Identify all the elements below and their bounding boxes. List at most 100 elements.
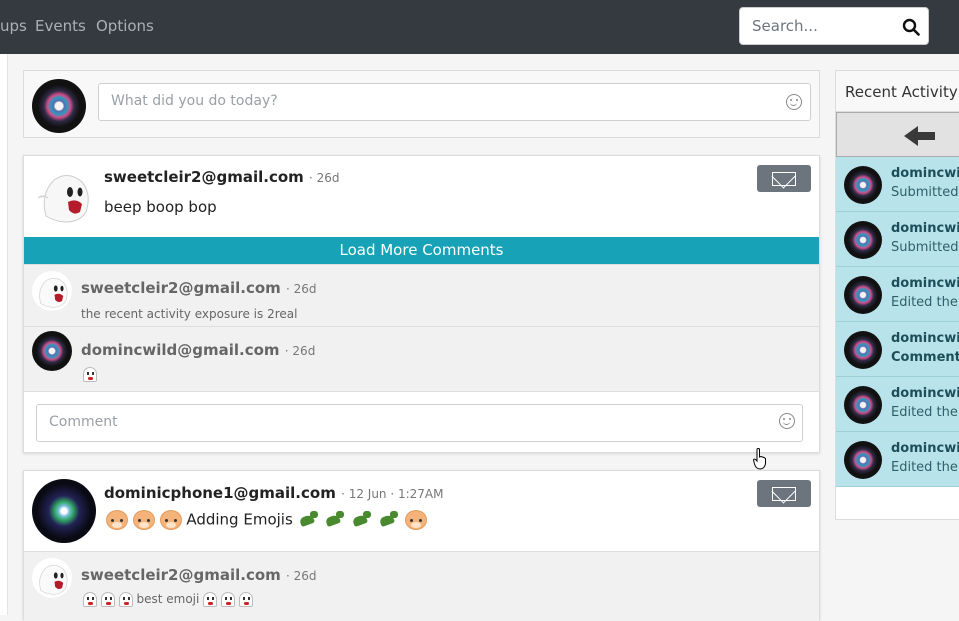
hamster-emoji-icon — [159, 510, 182, 530]
hamster-emoji-icon — [106, 510, 128, 530]
avatar — [32, 271, 72, 311]
activity-item[interactable]: domincwild Submitted a — [836, 157, 959, 212]
comment-time: · 26d — [286, 282, 317, 296]
avatar — [844, 276, 882, 314]
comment-author[interactable]: domincwild@gmail.com · 26d — [81, 341, 315, 359]
activity-description: Commente — [891, 350, 959, 365]
avatar — [844, 386, 882, 424]
avatar — [32, 79, 86, 133]
nav-link-options[interactable]: Options — [96, 17, 154, 35]
activity-description: Edited their — [891, 405, 959, 420]
post-time: · 12 Jun · 1:27AM — [341, 487, 444, 501]
post-author-name[interactable]: sweetcleir2@gmail.com — [104, 168, 304, 186]
comment-author[interactable]: sweetcleir2@gmail.com · 26d — [81, 566, 317, 584]
back-button[interactable] — [836, 112, 959, 157]
post-card: sweetcleir2@gmail.com · 26d beep boop bo… — [23, 155, 820, 453]
activity-user[interactable]: domincwild — [891, 331, 959, 346]
activity-item[interactable]: domincwild Edited their — [836, 377, 959, 432]
activity-user[interactable]: domincwild — [891, 276, 959, 291]
activity-description: Submitted a — [891, 185, 959, 200]
search-box — [739, 7, 929, 45]
activity-item[interactable]: domincwild Edited their — [836, 267, 959, 322]
dinosaur-emoji-icon — [298, 510, 320, 530]
arrow-left-icon-stem — [917, 132, 935, 140]
activity-item[interactable]: domincwild Commente — [836, 322, 959, 377]
comment: sweetcleir2@gmail.com · 26d best emoji — [24, 551, 819, 621]
nav-link-events[interactable]: Events — [35, 17, 86, 35]
comment-text: best emoji — [83, 592, 253, 607]
comment-placeholder: Comment — [49, 414, 118, 430]
comment-time: · 26d — [284, 344, 316, 358]
activity-description: Submitted a — [891, 240, 959, 255]
comment-composer: Comment — [24, 391, 819, 452]
load-more-comments-button[interactable]: Load More Comments — [24, 237, 819, 264]
activity-item[interactable]: domincwild Submitted a — [836, 212, 959, 267]
avatar — [32, 331, 72, 371]
comment-author-name[interactable]: sweetcleir2@gmail.com — [81, 279, 281, 297]
avatar — [844, 221, 882, 259]
comment-text-label: best emoji — [136, 592, 200, 606]
left-sidebar-edge — [0, 54, 8, 615]
post-card: dominicphone1@gmail.com · 12 Jun · 1:27A… — [23, 470, 820, 621]
nav-link-groups[interactable]: ups — [0, 17, 27, 35]
ghost-emoji-icon — [203, 592, 218, 607]
ghost-avatar-icon — [39, 564, 68, 595]
activity-description: Edited their — [891, 295, 959, 310]
avatar — [844, 441, 882, 479]
comment: domincwild@gmail.com · 26d — [24, 326, 819, 391]
comment-author[interactable]: sweetcleir2@gmail.com · 26d — [81, 279, 317, 297]
dinosaur-emoji-icon — [378, 510, 400, 530]
ghost-emoji-icon — [83, 592, 97, 607]
activity-user[interactable]: domincwild — [891, 386, 959, 401]
envelope-icon — [772, 487, 796, 501]
comment: sweetcleir2@gmail.com · 26d the recent a… — [24, 264, 819, 326]
post-author[interactable]: sweetcleir2@gmail.com · 26d — [104, 168, 340, 186]
ghost-avatar-icon — [37, 175, 89, 223]
compose-input[interactable]: What did you do today? — [98, 83, 811, 121]
ghost-emoji-icon — [221, 592, 235, 607]
dinosaur-emoji-icon — [351, 510, 373, 530]
avatar — [32, 558, 72, 598]
activity-item[interactable]: domincwild Edited their — [836, 432, 959, 487]
recent-activity-panel: Recent Activity domincwild Submitted a d… — [835, 70, 959, 520]
arrow-left-icon — [904, 126, 918, 146]
post-text: Adding Emojis — [106, 510, 427, 530]
post-time: · 26d — [309, 171, 340, 185]
activity-description: Edited their — [891, 460, 959, 475]
post-author-name[interactable]: dominicphone1@gmail.com — [104, 484, 336, 502]
hamster-emoji-icon — [404, 510, 427, 530]
comment-author-name[interactable]: domincwild@gmail.com — [81, 341, 280, 359]
comment-time: · 26d — [286, 569, 317, 583]
post-text: beep boop bop — [104, 198, 217, 216]
avatar — [32, 164, 96, 228]
comment-input[interactable]: Comment — [36, 404, 803, 442]
hamster-emoji-icon — [132, 510, 155, 530]
comment-text: the recent activity exposure is 2real — [81, 307, 298, 321]
message-button[interactable] — [757, 165, 811, 192]
comment-author-name[interactable]: sweetcleir2@gmail.com — [81, 566, 281, 584]
envelope-icon — [772, 172, 796, 186]
avatar — [844, 331, 882, 369]
compose-card: What did you do today? — [23, 70, 820, 138]
search-input[interactable] — [741, 9, 891, 43]
ghost-emoji-icon — [118, 592, 133, 607]
emoji-icon[interactable] — [779, 413, 795, 429]
ghost-emoji-icon — [100, 592, 115, 607]
post-text-label: Adding Emojis — [186, 510, 293, 529]
emoji-icon[interactable] — [786, 94, 802, 110]
ghost-emoji-icon — [238, 592, 253, 607]
compose-placeholder: What did you do today? — [111, 93, 278, 109]
ghost-avatar-icon — [39, 277, 68, 308]
activity-user[interactable]: domincwild — [891, 166, 959, 181]
activity-user[interactable]: domincwild — [891, 441, 959, 456]
recent-activity-title: Recent Activity — [836, 71, 959, 112]
search-icon[interactable] — [902, 18, 920, 36]
avatar — [32, 479, 96, 543]
post-author[interactable]: dominicphone1@gmail.com · 12 Jun · 1:27A… — [104, 484, 444, 502]
avatar — [844, 166, 882, 204]
activity-user[interactable]: domincwild — [891, 221, 959, 236]
ghost-emoji-icon — [83, 367, 97, 382]
comment-emoji-text — [83, 367, 97, 382]
message-button[interactable] — [757, 480, 811, 507]
dinosaur-emoji-icon — [324, 510, 346, 530]
